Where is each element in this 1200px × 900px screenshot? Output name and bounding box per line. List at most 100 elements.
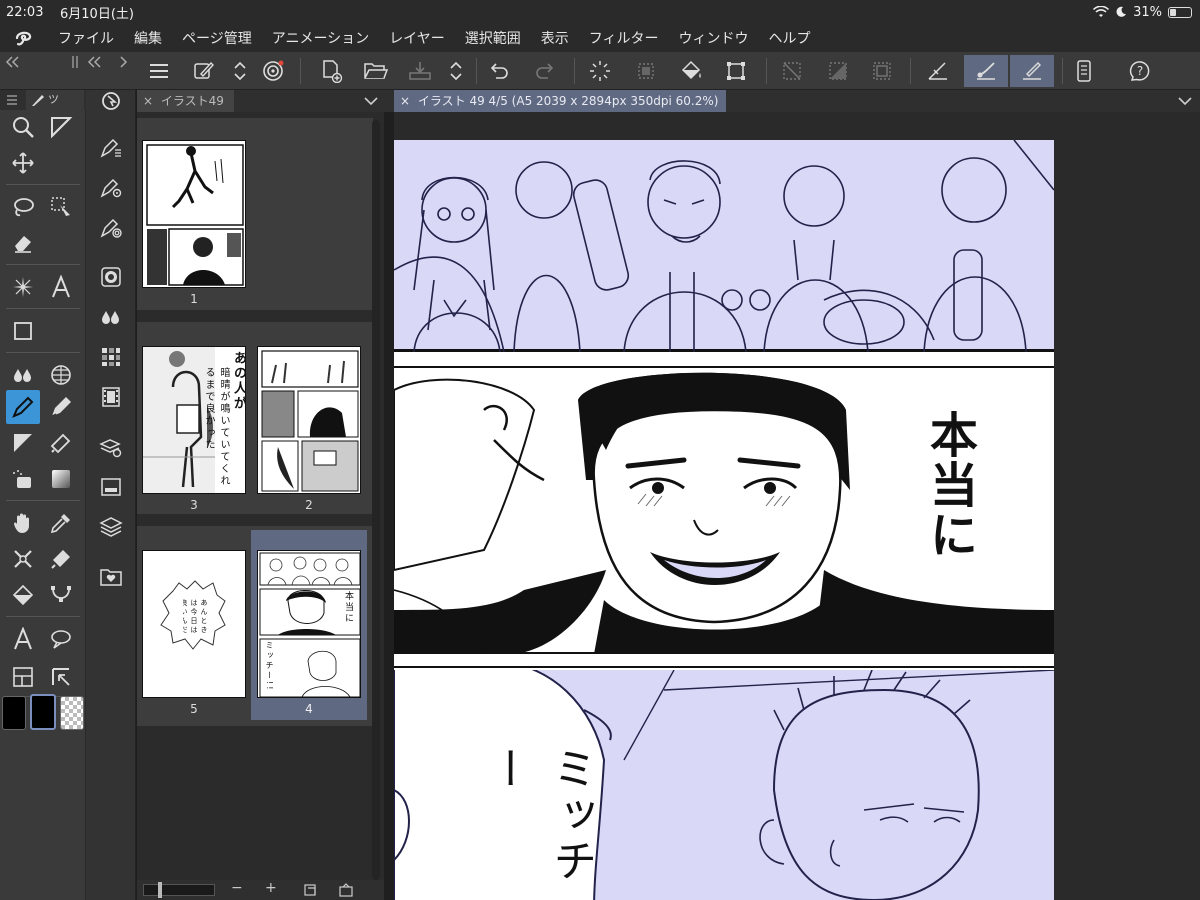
menu-window[interactable]: ウィンドウ — [669, 28, 759, 48]
main-color-swatch[interactable] — [2, 696, 26, 730]
open-file-button[interactable] — [360, 55, 392, 87]
clear-outside-button[interactable] — [630, 55, 662, 87]
deselect-button[interactable] — [776, 55, 808, 87]
text-tool-2[interactable] — [6, 622, 40, 656]
pen-tool[interactable] — [6, 390, 40, 424]
chevron-down-icon[interactable] — [1178, 96, 1192, 106]
app-logo-icon[interactable] — [0, 29, 48, 47]
menu-animation[interactable]: アニメーション — [262, 28, 379, 48]
move-tool[interactable] — [6, 146, 40, 180]
layer-property-button[interactable] — [94, 430, 128, 464]
invert-selection-button[interactable] — [822, 55, 854, 87]
page-thumbnail-2[interactable] — [257, 346, 361, 494]
figure-tool[interactable] — [44, 578, 78, 612]
brush-size-button[interactable] — [94, 210, 128, 244]
navigator-button[interactable] — [94, 84, 128, 118]
balloon-tool[interactable] — [44, 622, 78, 656]
thumbnail-size-slider[interactable] — [143, 882, 215, 898]
chevron-right-icon[interactable] — [118, 56, 128, 68]
undo-button[interactable] — [484, 55, 516, 87]
layer-search-button[interactable] — [94, 470, 128, 504]
save-stepper[interactable] — [440, 55, 472, 87]
new-file-button[interactable] — [316, 55, 348, 87]
toolbar-stepper[interactable] — [224, 55, 256, 87]
fill-tool[interactable] — [6, 578, 40, 612]
canvas-tab[interactable]: × イラスト 49 4/5 (A5 2039 x 2894px 350dpi 6… — [394, 90, 727, 112]
lasso-tool[interactable] — [6, 190, 40, 224]
page-thumbnail-3[interactable]: あの人が 暗晴が鳴いていてくれるまで良かった — [142, 346, 246, 494]
page-settings-icon[interactable] — [303, 883, 317, 897]
frame-tool[interactable] — [6, 314, 40, 348]
menu-filter[interactable]: フィルター — [579, 28, 669, 48]
page-panel-tab[interactable]: × イラスト49 — [137, 90, 234, 112]
snap-ruler-button[interactable] — [922, 55, 954, 87]
tool-property-button[interactable] — [94, 170, 128, 204]
eraser-tool[interactable] — [6, 226, 40, 260]
main-menu-button[interactable] — [143, 55, 175, 87]
slider-handle[interactable] — [158, 882, 162, 898]
ruler-pen-tool[interactable] — [44, 660, 78, 694]
airbrush-tool[interactable] — [6, 426, 40, 460]
material-button[interactable] — [94, 560, 128, 594]
collapse-left-icon-2[interactable] — [86, 56, 102, 68]
page-thumbnail-5[interactable]: あんときは今日は良いんだ — [142, 550, 246, 698]
zoom-tool[interactable] — [6, 110, 40, 144]
menu-help[interactable]: ヘルプ — [759, 28, 821, 48]
clear-button[interactable] — [584, 55, 616, 87]
snap-grid-button[interactable] — [1010, 55, 1054, 87]
timeline-button[interactable] — [94, 380, 128, 414]
sub-color-swatch[interactable] — [30, 694, 56, 730]
blend-tool[interactable] — [6, 358, 40, 392]
layer-button[interactable] — [94, 510, 128, 544]
operation-tool[interactable] — [44, 110, 78, 144]
help-button[interactable]: ? — [1124, 55, 1156, 87]
tool-tab[interactable]: ツ — [26, 90, 84, 110]
hand-tool[interactable] — [6, 506, 40, 540]
selection-border-button[interactable] — [866, 55, 898, 87]
sparkle-tool[interactable] — [6, 270, 40, 304]
menu-view[interactable]: 表示 — [531, 28, 579, 48]
menu-layer[interactable]: レイヤー — [379, 28, 455, 48]
list-icon[interactable] — [6, 94, 18, 106]
transform-button[interactable] — [720, 55, 752, 87]
color-set-button[interactable] — [94, 340, 128, 374]
fill-button[interactable] — [675, 55, 707, 87]
zoom-out-button[interactable]: − — [231, 880, 243, 896]
transparent-color-swatch[interactable] — [60, 696, 84, 730]
auto-select-tool[interactable] — [44, 190, 78, 224]
eyedropper-tool[interactable] — [44, 506, 78, 540]
gradient-tool[interactable] — [44, 462, 78, 496]
page-thumbnail-4[interactable]: 本当に ミッチー!! — [257, 550, 361, 698]
zoom-in-button[interactable]: + — [265, 880, 277, 896]
correction-tool[interactable] — [6, 542, 40, 576]
manga-page-canvas[interactable]: 本当に ミッチー — [394, 140, 1054, 900]
collapse-left-icon[interactable] — [4, 56, 20, 68]
intermediate-color-button[interactable] — [94, 300, 128, 334]
menu-selection[interactable]: 選択範囲 — [455, 28, 531, 48]
snap-special-ruler-button[interactable] — [964, 55, 1008, 87]
page-export-icon[interactable] — [339, 883, 353, 897]
clip-studio-button[interactable] — [257, 55, 289, 87]
page-panel-scrollbar[interactable] — [372, 120, 380, 880]
close-icon[interactable]: × — [400, 94, 410, 108]
color-wheel-button[interactable] — [94, 260, 128, 294]
decoration-tool[interactable] — [6, 462, 40, 496]
quick-access-button[interactable] — [188, 55, 220, 87]
ruler-tool[interactable] — [44, 358, 78, 392]
pencil-tool[interactable] — [44, 390, 78, 424]
chevron-down-icon[interactable] — [364, 96, 378, 106]
menu-edit[interactable]: 編集 — [124, 28, 172, 48]
close-icon[interactable]: × — [143, 94, 153, 108]
device-settings-button[interactable] — [1068, 55, 1100, 87]
text-tool[interactable] — [44, 270, 78, 304]
page-thumbnail-1[interactable] — [142, 140, 246, 288]
frame-border-tool[interactable] — [6, 660, 40, 694]
brush-tool[interactable] — [44, 426, 78, 460]
panel-grip-icon[interactable] — [72, 56, 78, 68]
sub-tool-pen[interactable] — [94, 130, 128, 164]
liquify-tool[interactable] — [44, 542, 78, 576]
save-button[interactable] — [404, 55, 436, 87]
menu-page-management[interactable]: ページ管理 — [172, 28, 262, 48]
menu-file[interactable]: ファイル — [48, 28, 124, 48]
redo-button[interactable] — [528, 55, 560, 87]
